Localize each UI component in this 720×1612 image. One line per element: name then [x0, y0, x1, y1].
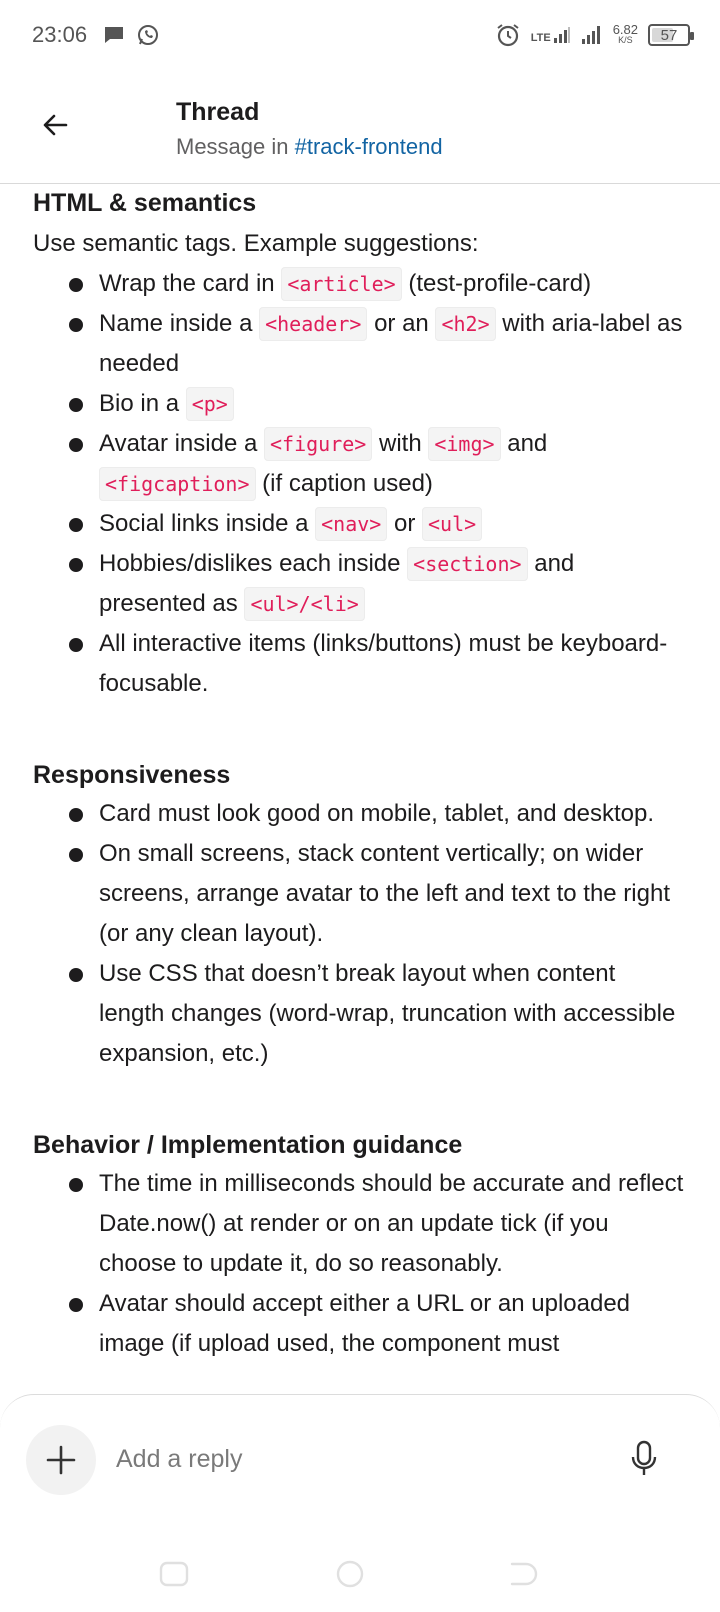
microphone-icon: [631, 1440, 657, 1475]
code-inline: <img>: [428, 427, 501, 461]
list-item: All interactive items (links/buttons) mu…: [33, 624, 687, 704]
code-inline: <figure>: [264, 427, 373, 461]
home-button[interactable]: [332, 1556, 368, 1592]
microphone-button[interactable]: [626, 1437, 662, 1481]
list-item: Hobbies/dislikes each inside <section> a…: [33, 544, 687, 624]
code-inline: <figcaption>: [99, 467, 256, 501]
signal-icon: [581, 26, 600, 44]
code-inline: <section>: [407, 547, 528, 581]
lte-label: LTE: [530, 32, 551, 44]
subtitle-prefix: Message in: [176, 134, 295, 159]
list-item: Avatar should accept either a URL or an …: [33, 1284, 687, 1364]
list-item: Bio in a <p>: [33, 384, 687, 424]
list-item: The time in milliseconds should be accur…: [33, 1164, 687, 1284]
list-item: Use CSS that doesn’t break layout when c…: [33, 954, 687, 1074]
reply-input[interactable]: [116, 1431, 596, 1487]
bullet-list: Card must look good on mobile, tablet, a…: [33, 794, 687, 1074]
code-inline: <p>: [185, 387, 234, 421]
section-title-html-semantics: HTML & semantics: [33, 189, 257, 217]
back-nav-button[interactable]: [506, 1556, 542, 1592]
status-right-group: LTE 6.82 K/S 57: [495, 20, 694, 50]
recent-apps-button[interactable]: [156, 1556, 192, 1592]
list-item: Avatar inside a <figure> with <img> and …: [33, 424, 687, 504]
channel-link[interactable]: #track-frontend: [295, 134, 443, 159]
back-button[interactable]: [38, 108, 72, 142]
net-speed-value: 6.82: [612, 22, 638, 37]
section-intro: Use semantic tags. Example suggestions:: [33, 230, 479, 257]
code-inline: <ul>/<li>: [244, 587, 365, 621]
list-item: On small screens, stack content vertical…: [33, 834, 687, 954]
list-item: Name inside a <header> or an <h2> with a…: [33, 304, 687, 384]
battery-level: 57: [660, 26, 678, 44]
net-speed: 6.82 K/S: [612, 22, 638, 46]
lte-signal-icon: LTE: [531, 26, 571, 44]
list-item: Social links inside a <nav> or <ul>: [33, 504, 687, 544]
thread-header: Thread Message in #track-frontend: [0, 72, 720, 184]
home-circle-icon: [336, 1560, 364, 1588]
back-nav-icon: [510, 1562, 538, 1586]
chat-bubble-icon: [105, 27, 123, 43]
section-title-behavior: Behavior / Implementation guidance: [33, 1131, 463, 1159]
list-item: Card must look good on mobile, tablet, a…: [33, 794, 687, 834]
battery-icon: 57: [648, 24, 694, 46]
section-title-responsiveness: Responsiveness: [33, 761, 231, 789]
add-attachment-button[interactable]: [26, 1425, 96, 1495]
whatsapp-icon: [138, 25, 158, 45]
code-inline: <h2>: [435, 307, 496, 341]
header-subtitle: Message in #track-frontend: [176, 134, 443, 160]
system-nav-bar: [0, 1540, 720, 1612]
code-inline: <article>: [281, 267, 402, 301]
code-inline: <header>: [259, 307, 368, 341]
bullet-list: The time in milliseconds should be accur…: [33, 1164, 687, 1364]
page-title: Thread: [176, 98, 260, 126]
alarm-icon: [497, 24, 519, 47]
recent-apps-icon: [159, 1561, 189, 1587]
plus-icon: [46, 1445, 76, 1475]
bullet-list: Wrap the card in <article> (test-profile…: [33, 264, 687, 704]
status-time: 23:06: [32, 22, 88, 47]
code-inline: <ul>: [422, 507, 483, 541]
status-bar: 23:06 LTE 6.82 K/S 57: [0, 0, 720, 72]
code-inline: <nav>: [315, 507, 388, 541]
message-content: HTML & semantics Use semantic tags. Exam…: [0, 186, 720, 1396]
list-item: Wrap the card in <article> (test-profile…: [33, 264, 687, 304]
arrow-left-icon: [43, 114, 68, 136]
